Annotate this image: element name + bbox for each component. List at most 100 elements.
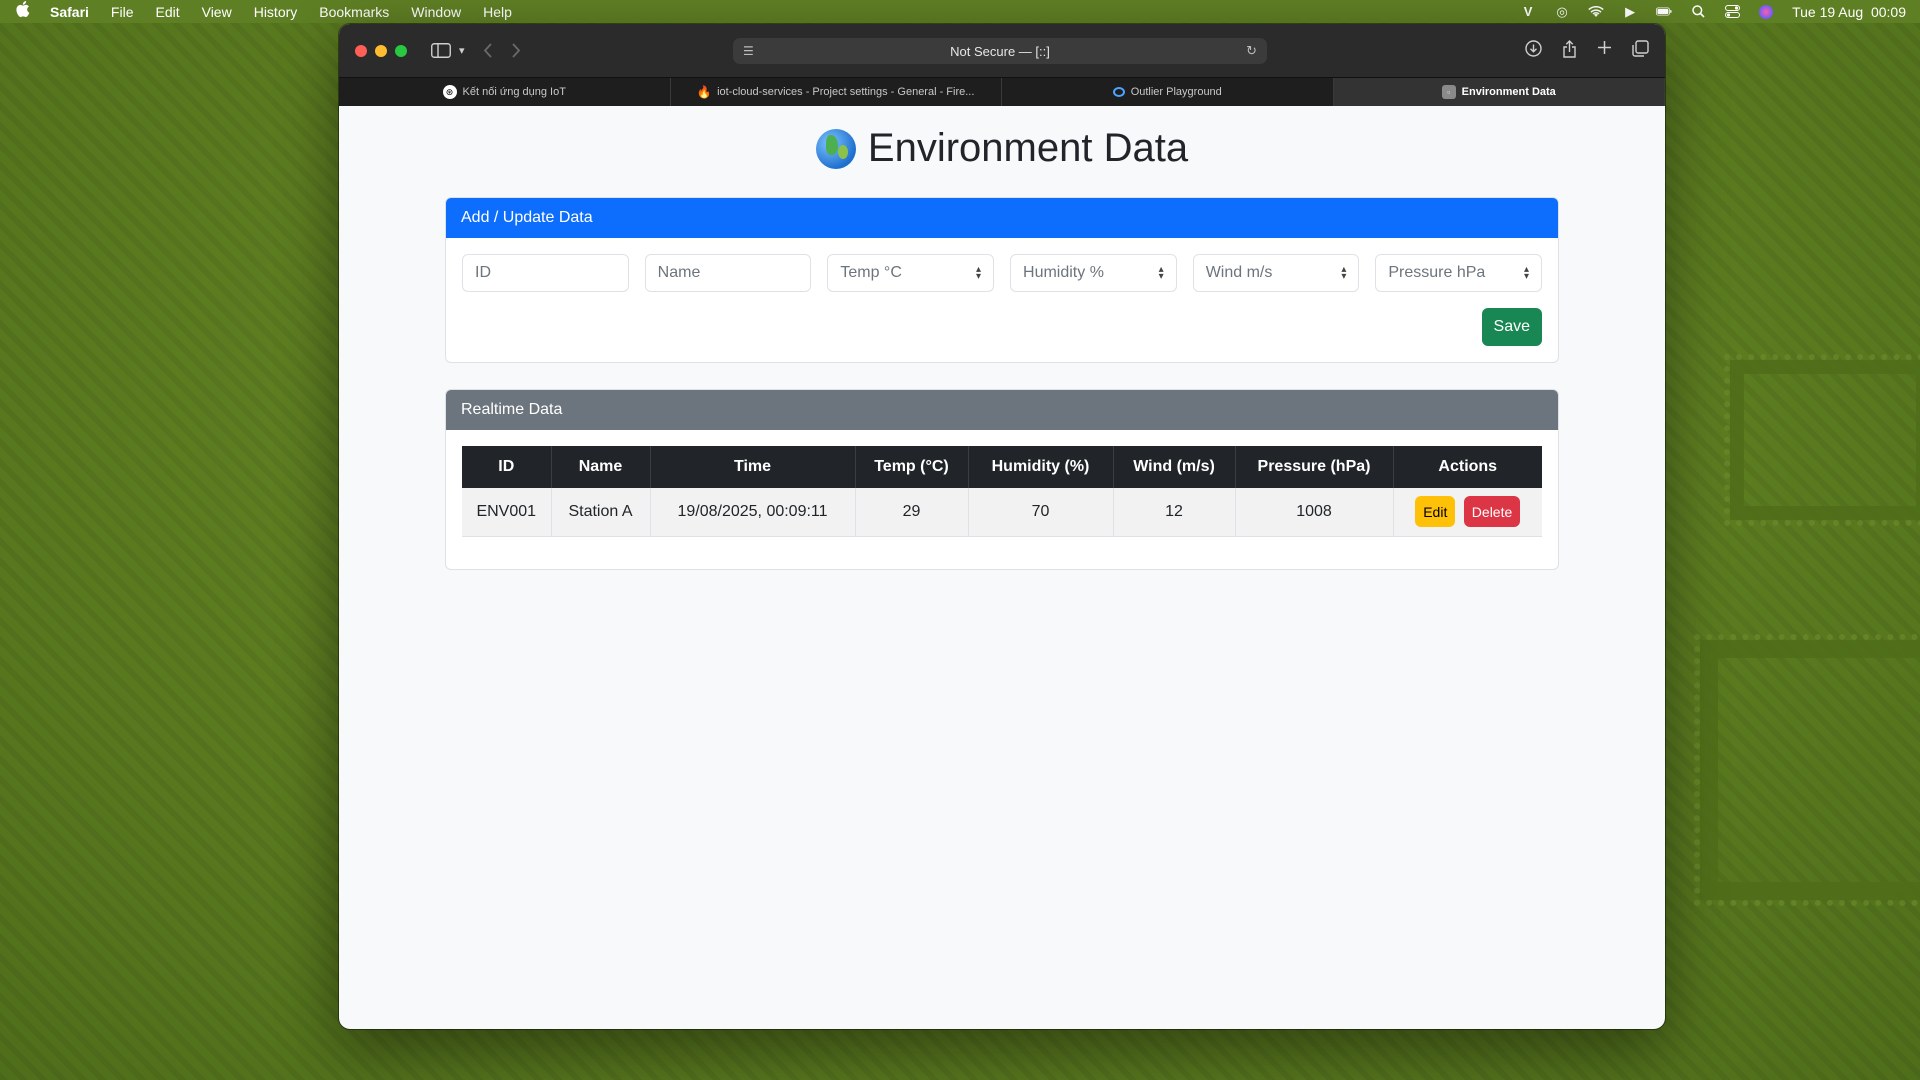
pressure-input[interactable]: Pressure hPa ▴ ▾ bbox=[1375, 254, 1543, 292]
globe-icon bbox=[815, 128, 856, 169]
battery-icon[interactable] bbox=[1656, 5, 1672, 19]
back-arrow-icon[interactable] bbox=[483, 43, 493, 58]
menu-help[interactable]: Help bbox=[483, 4, 512, 20]
address-bar[interactable]: ☰ Not Secure — [::] ↻ bbox=[733, 38, 1267, 64]
browser-window: ▾ ☰ Not Secure — [::] ↻ ⊛ Kết nối ứng dụ… bbox=[339, 24, 1665, 1029]
humidity-input[interactable]: Humidity % ▴ ▾ bbox=[1010, 254, 1177, 292]
page-title-text: Environment Data bbox=[867, 126, 1189, 170]
tab-overview-icon[interactable] bbox=[1632, 39, 1649, 62]
reload-icon[interactable]: ↻ bbox=[1246, 43, 1257, 59]
col-name: Name bbox=[551, 446, 651, 488]
cell-time: 19/08/2025, 00:09:11 bbox=[650, 488, 856, 537]
tab-outlier-playground[interactable]: Outlier Playground bbox=[1002, 78, 1334, 106]
col-wind: Wind (m/s) bbox=[1113, 446, 1236, 488]
id-placeholder: ID bbox=[475, 264, 491, 281]
name-placeholder: Name bbox=[657, 264, 701, 281]
add-update-body: ID Name Temp °C ▴ ▾ Humidity % ▴ ▾ Wind m/ bbox=[446, 238, 1558, 362]
address-text[interactable]: Not Secure — [::] bbox=[950, 44, 1050, 59]
table-header-row: ID Name Time Temp (°C) Humidity (%) Wind… bbox=[462, 446, 1542, 488]
page-title: Environment Data bbox=[339, 126, 1665, 171]
save-row: Save bbox=[462, 308, 1542, 346]
new-tab-plus-icon[interactable] bbox=[1597, 40, 1612, 62]
col-actions: Actions bbox=[1393, 446, 1542, 488]
wifi-icon[interactable] bbox=[1588, 5, 1604, 19]
col-time: Time bbox=[650, 446, 856, 488]
realtime-header: Realtime Data bbox=[446, 390, 1558, 430]
close-window-button[interactable] bbox=[355, 44, 367, 57]
add-update-header: Add / Update Data bbox=[446, 198, 1558, 238]
cell-temp: 29 bbox=[855, 488, 969, 537]
stepper-icon[interactable]: ▴ ▾ bbox=[1159, 265, 1164, 282]
tab-environment-data[interactable]: ▫ Environment Data bbox=[1333, 78, 1665, 106]
window-controls bbox=[355, 44, 407, 57]
form-row: ID Name Temp °C ▴ ▾ Humidity % ▴ ▾ Wind m/ bbox=[462, 254, 1543, 292]
wallpaper-pattern bbox=[1694, 634, 1920, 906]
delete-button[interactable]: Delete bbox=[1463, 496, 1521, 528]
col-humidity: Humidity (%) bbox=[968, 446, 1114, 488]
stepper-icon[interactable]: ▴ ▾ bbox=[1341, 265, 1346, 282]
openai-icon: ⊛ bbox=[442, 85, 457, 99]
edit-button[interactable]: Edit bbox=[1415, 496, 1456, 528]
fullscreen-window-button[interactable] bbox=[395, 44, 407, 57]
menu-bar: Safari File Edit View History Bookmarks … bbox=[0, 0, 1920, 23]
menu-history[interactable]: History bbox=[254, 4, 298, 20]
menu-bookmarks[interactable]: Bookmarks bbox=[319, 4, 389, 20]
focus-icon[interactable]: ◎ bbox=[1554, 4, 1570, 19]
firebase-icon: 🔥 bbox=[696, 85, 712, 99]
stepper-icon[interactable]: ▴ ▾ bbox=[976, 265, 981, 282]
cell-id: ENV001 bbox=[462, 488, 552, 537]
menu-view[interactable]: View bbox=[202, 4, 232, 20]
outlier-icon bbox=[1112, 87, 1125, 97]
play-icon[interactable]: ▶ bbox=[1622, 4, 1638, 19]
id-input[interactable]: ID bbox=[462, 254, 629, 292]
cell-name: Station A bbox=[551, 488, 651, 537]
save-button[interactable]: Save bbox=[1481, 308, 1542, 346]
cell-humidity: 70 bbox=[968, 488, 1114, 537]
add-update-card: Add / Update Data ID Name Temp °C ▴ ▾ Hum… bbox=[445, 197, 1559, 363]
col-temp: Temp (°C) bbox=[855, 446, 969, 488]
col-id: ID bbox=[462, 446, 552, 488]
siri-icon[interactable] bbox=[1758, 4, 1774, 19]
page-icon: ▫ bbox=[1441, 85, 1456, 99]
tab-label: iot-cloud-services - Project settings - … bbox=[717, 86, 975, 98]
cell-wind: 12 bbox=[1113, 488, 1236, 537]
tab-label: Kết nối ứng dụng IoT bbox=[462, 86, 566, 98]
col-pressure: Pressure (hPa) bbox=[1235, 446, 1394, 488]
menu-edit[interactable]: Edit bbox=[155, 4, 179, 20]
menubar-clock[interactable]: Tue 19 Aug 00:09 bbox=[1792, 4, 1906, 20]
data-table: ID Name Time Temp (°C) Humidity (%) Wind… bbox=[462, 446, 1542, 537]
share-icon[interactable] bbox=[1562, 39, 1577, 62]
menu-file[interactable]: File bbox=[111, 4, 134, 20]
browser-toolbar: ▾ ☰ Not Secure — [::] ↻ bbox=[339, 24, 1665, 77]
stepper-icon[interactable]: ▴ ▾ bbox=[1524, 265, 1529, 282]
pressure-placeholder: Pressure hPa bbox=[1388, 264, 1486, 281]
tab-bar: ⊛ Kết nối ứng dụng IoT 🔥 iot-cloud-servi… bbox=[339, 77, 1665, 106]
temp-input[interactable]: Temp °C ▴ ▾ bbox=[827, 254, 995, 292]
realtime-card: Realtime Data ID Name Time Temp (°C) Hum… bbox=[445, 389, 1559, 570]
vpn-icon[interactable]: V bbox=[1520, 4, 1536, 19]
spotlight-search-icon[interactable] bbox=[1690, 5, 1706, 19]
cell-pressure: 1008 bbox=[1235, 488, 1394, 537]
tab-firebase-settings[interactable]: 🔥 iot-cloud-services - Project settings … bbox=[671, 78, 1002, 106]
forward-arrow-icon[interactable] bbox=[511, 43, 521, 58]
realtime-body: ID Name Time Temp (°C) Humidity (%) Wind… bbox=[446, 430, 1558, 569]
menu-window[interactable]: Window bbox=[411, 4, 461, 20]
wallpaper-pattern bbox=[1724, 354, 1920, 526]
wind-input[interactable]: Wind m/s ▴ ▾ bbox=[1192, 254, 1360, 292]
menu-app-name[interactable]: Safari bbox=[50, 4, 89, 20]
humidity-placeholder: Humidity % bbox=[1023, 264, 1104, 281]
cell-actions: Edit Delete bbox=[1393, 488, 1542, 537]
minimize-window-button[interactable] bbox=[375, 44, 387, 57]
tab-label: Environment Data bbox=[1461, 86, 1556, 98]
downloads-icon[interactable] bbox=[1525, 39, 1542, 62]
apple-icon[interactable] bbox=[14, 1, 32, 22]
tab-iot-connect[interactable]: ⊛ Kết nối ứng dụng IoT bbox=[339, 78, 671, 106]
wind-placeholder: Wind m/s bbox=[1205, 264, 1273, 281]
sidebar-toggle-icon[interactable] bbox=[431, 43, 451, 58]
table-row: ENV001 Station A 19/08/2025, 00:09:11 29… bbox=[462, 488, 1542, 537]
tab-group-chevron-down-icon[interactable]: ▾ bbox=[459, 44, 465, 57]
temp-placeholder: Temp °C bbox=[840, 264, 902, 281]
control-center-icon[interactable] bbox=[1724, 5, 1740, 19]
page-menu-icon[interactable]: ☰ bbox=[743, 44, 754, 58]
name-input[interactable]: Name bbox=[644, 254, 812, 292]
